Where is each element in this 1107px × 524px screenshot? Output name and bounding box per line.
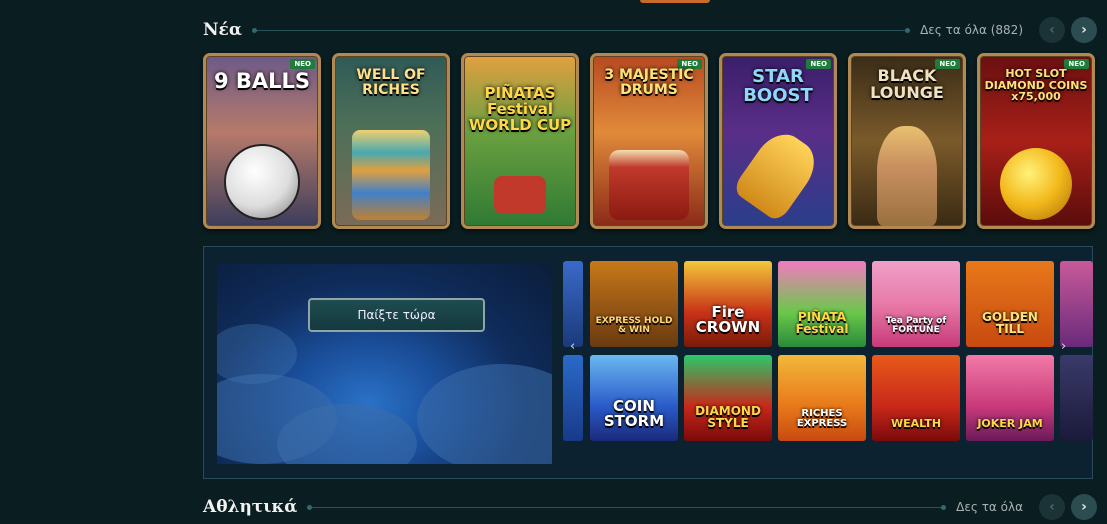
next-arrow-button[interactable]: › [1071,494,1097,520]
promo-panel: Παίξτε τώρα EXPRESS HOLD & WIN Fire CROW… [203,246,1093,479]
rocket-image [731,124,825,224]
game-tile-title: JOKER JAM [977,417,1043,430]
game-tile[interactable]: EXPRESS HOLD & WIN [590,261,678,347]
play-now-button[interactable]: Παίξτε τώρα [308,298,485,332]
game-title: PIÑATAS Festival WORLD CUP [468,84,572,134]
game-tile[interactable]: Tea Party of FORTUNE [872,261,960,347]
section-header-sports: Αθλητικά Δες τα όλα ‹ › [203,492,1097,522]
lady-image [877,126,937,226]
game-tile-title: RICHES EXPRESS [796,408,848,429]
game-tile-title: WEALTH [890,417,942,430]
game-card-hot-slot-diamond-coins[interactable]: ΝΕΟ HOT SLOT DIAMOND COINS x75,000 [977,53,1095,229]
section-title-sports: Αθλητικά [203,497,298,517]
game-card-black-lounge[interactable]: ΝΕΟ BLACK LOUNGE [848,53,966,229]
soccer-ball-image [224,144,300,220]
game-title: WELL OF RICHES [356,67,426,98]
prev-arrow-button[interactable]: ‹ [1039,17,1065,43]
game-tile[interactable]: Fire CROWN [684,261,772,347]
game-tile-title: DIAMOND STYLE [695,404,761,430]
game-tile[interactable]: RICHES EXPRESS [778,355,866,441]
gold-coin-image [1000,148,1072,220]
see-all-sports-link[interactable]: Δες τα όλα [956,500,1023,514]
game-tile-partial [1060,261,1093,347]
game-tile-partial [563,261,583,347]
game-tile-title: GOLDEN TILL [982,310,1038,336]
game-title: BLACK LOUNGE [870,66,944,102]
section-header-new: Νέα Δες τα όλα (882) ‹ › [203,15,1097,45]
game-card-star-boost[interactable]: ΝΕΟ STAR BOOST [719,53,837,229]
new-games-carousel: ΝΕΟ 9 BALLS WELL OF RICHES PIÑATAS Festi… [203,53,1095,229]
game-card-pinatas-festival[interactable]: PIÑATAS Festival WORLD CUP [461,53,579,229]
game-tile-partial [563,355,583,441]
section-title-new: Νέα [203,20,242,40]
section-divider [307,504,947,510]
game-tile[interactable]: COIN STORM [590,355,678,441]
chevron-right-icon: › [1081,22,1087,38]
game-tile[interactable]: JOKER JAM [966,355,1054,441]
section-divider [251,27,911,33]
game-tile-title: EXPRESS HOLD & WIN [595,316,673,335]
promo-games-grid: EXPRESS HOLD & WIN Fire CROWN PIÑATA Fes… [563,261,1093,443]
promo-banner-background: Παίξτε τώρα [217,264,552,464]
game-tile[interactable]: DIAMOND STYLE [684,355,772,441]
game-card-9-balls[interactable]: ΝΕΟ 9 BALLS [203,53,321,229]
next-arrow-button[interactable]: › [1071,17,1097,43]
active-indicator [640,0,710,3]
game-tile-title: COIN STORM [603,397,665,430]
game-title: 3 MAJESTIC DRUMS [604,67,694,98]
grid-prev-chevron-icon[interactable]: ‹ [570,339,575,354]
chevron-right-icon: › [1081,499,1087,515]
game-title: 9 BALLS [213,69,311,93]
chevron-left-icon: ‹ [1049,499,1055,515]
game-card-3-majestic-drums[interactable]: ΝΕΟ 3 MAJESTIC DRUMS [590,53,708,229]
drum-image [609,150,689,220]
game-tile[interactable]: GOLDEN TILL [966,261,1054,347]
game-tile[interactable]: PIÑATA Festival [778,261,866,347]
fountain-image [352,130,430,220]
game-title: STAR BOOST [743,66,813,106]
game-tile-title: PIÑATA Festival [795,310,849,336]
game-card-well-of-riches[interactable]: WELL OF RICHES [332,53,450,229]
new-badge: ΝΕΟ [290,59,315,69]
grid-next-chevron-icon[interactable]: › [1061,339,1066,354]
game-tile[interactable]: WEALTH [872,355,960,441]
chevron-left-icon: ‹ [1049,22,1055,38]
game-tile-title: Fire CROWN [695,303,761,336]
game-tile-partial [1060,355,1093,441]
game-title: HOT SLOT DIAMOND COINS x75,000 [984,67,1088,104]
see-all-new-link[interactable]: Δες τα όλα (882) [920,23,1023,37]
prev-arrow-button[interactable]: ‹ [1039,494,1065,520]
trophy-shield-image [494,176,546,214]
game-tile-title: Tea Party of FORTUNE [885,316,947,335]
